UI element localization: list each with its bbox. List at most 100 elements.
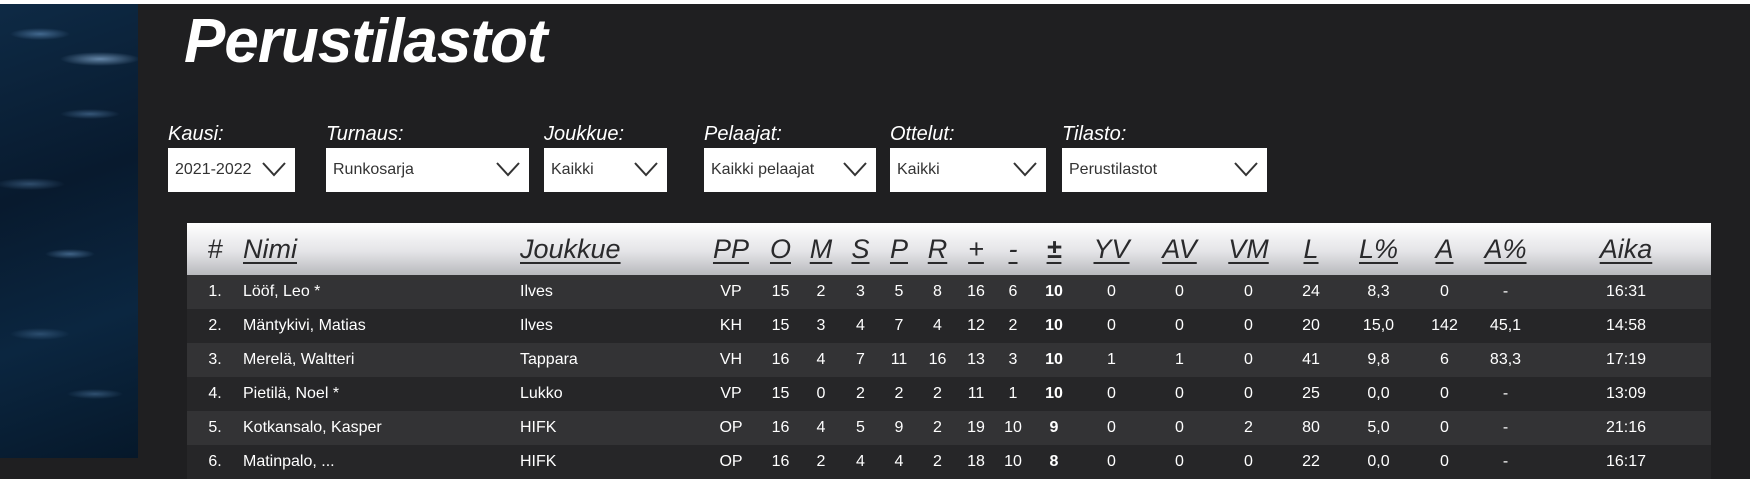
cell-shots: 41 [1302,351,1320,368]
cell-shorthanded: 1 [1175,351,1184,368]
season-select-value: 2021-2022 [175,161,252,178]
col-header-shot-pct[interactable]: L% [1338,223,1419,275]
cell-assists: 7 [856,351,865,368]
col-header-name[interactable]: Nimi [243,223,520,275]
col-header-position[interactable]: PP [702,223,760,275]
cell-goals: 4 [816,351,826,368]
table-row: 5. Kotkansalo, Kasper HIFK OP 16 4 5 9 2… [187,411,1711,445]
col-header-powerplay[interactable]: YV [1077,223,1146,275]
games-select-value: Kaikki [897,161,940,178]
cell-games: 15 [771,385,790,402]
cell-plus: 11 [967,385,985,402]
filter-joukkue: Joukkue: Kaikki [544,122,667,192]
table-row: 2. Mäntykivi, Matias Ilves KH 15 3 4 7 4… [187,309,1711,343]
cell-faceoff-pct: - [1502,419,1509,436]
cell-games: 15 [771,283,790,300]
cell-game-winning: 0 [1244,385,1253,402]
cell-player-name[interactable]: Matinpalo, ... [243,445,520,479]
cell-player-name[interactable]: Lööf, Leo * [243,275,520,309]
cell-shorthanded: 0 [1175,283,1184,300]
col-header-shots[interactable]: L [1284,223,1338,275]
cell-shot-pct: 15,0 [1362,317,1395,334]
cell-goals: 3 [816,317,826,334]
col-header-shorthanded[interactable]: AV [1146,223,1213,275]
cell-plus-minus: 10 [1045,317,1063,334]
cell-goals: 0 [816,385,826,402]
cell-shot-pct: 0,0 [1367,385,1390,402]
cell-penalties: 8 [933,283,942,300]
filter-label-ottelut: Ottelut: [890,123,955,145]
cell-powerplay: 0 [1107,419,1116,436]
col-header-time[interactable]: Aika [1541,223,1711,275]
col-header-faceoffs[interactable]: A [1419,223,1470,275]
cell-rank: 1. [208,283,222,300]
players-select[interactable]: Kaikki pelaajat [704,148,876,192]
cell-minus: 6 [1008,283,1018,300]
cell-rank: 3. [208,351,222,368]
cell-team: Ilves [520,317,553,334]
cell-player-name[interactable]: Kotkansalo, Kasper [243,411,520,445]
cell-position: KH [719,317,743,334]
games-select[interactable]: Kaikki [890,148,1046,192]
cell-plus: 13 [967,351,985,368]
cell-plus: 12 [967,317,985,334]
cell-minus: 10 [1004,419,1022,436]
col-header-goals[interactable]: M [801,223,841,275]
cell-position: VH [719,351,743,368]
cell-rank: 4. [208,385,222,402]
cell-plus: 19 [967,419,985,436]
main-content: Perustilastot Kausi: 2021-2022 Turnaus: … [138,4,1750,479]
cell-plus-minus: 10 [1045,385,1063,402]
cell-powerplay: 0 [1107,317,1116,334]
cell-team: Tappara [520,351,578,368]
cell-shot-pct: 8,3 [1367,283,1390,300]
cell-penalties: 4 [933,317,942,334]
chevron-down-icon [1234,162,1258,177]
cell-powerplay: 1 [1107,351,1116,368]
cell-assists: 4 [856,453,865,470]
cell-faceoffs: 6 [1440,351,1449,368]
players-select-value: Kaikki pelaajat [711,161,815,178]
table-row: 1. Lööf, Leo * Ilves VP 15 2 3 5 8 16 6 … [187,275,1711,309]
cell-faceoffs: 0 [1440,385,1449,402]
cell-rank: 6. [208,453,222,470]
col-header-penalties[interactable]: R [918,223,957,275]
col-header-assists[interactable]: S [841,223,880,275]
cell-position: VP [720,385,742,402]
cell-time: 21:16 [1605,419,1647,436]
cell-time: 16:17 [1605,453,1647,470]
cell-game-winning: 0 [1244,453,1253,470]
col-header-games[interactable]: O [760,223,801,275]
cell-powerplay: 0 [1107,385,1116,402]
cell-rank: 5. [208,419,222,436]
season-select[interactable]: 2021-2022 [168,148,295,192]
cell-faceoff-pct: - [1502,283,1509,300]
filter-label-pelaajat: Pelaajat: [704,123,782,145]
col-header-faceoff-pct[interactable]: A% [1470,223,1541,275]
cell-player-name[interactable]: Merelä, Waltteri [243,343,520,377]
tournament-select[interactable]: Runkosarja [326,148,529,192]
cell-position: VP [720,283,742,300]
col-header-plus-minus[interactable]: ± [1031,223,1077,275]
col-header-game-winning[interactable]: VM [1213,223,1284,275]
cell-shorthanded: 0 [1175,385,1184,402]
cell-plus-minus: 10 [1045,351,1063,368]
cell-shot-pct: 0,0 [1367,453,1390,470]
cell-minus: 10 [1004,453,1022,470]
col-header-points[interactable]: P [880,223,918,275]
col-header-minus[interactable]: - [995,223,1031,275]
team-select[interactable]: Kaikki [544,148,667,192]
col-header-plus[interactable]: + [957,223,995,275]
col-header-team[interactable]: Joukkue [520,223,702,275]
chevron-down-icon [262,162,286,177]
cell-player-name[interactable]: Mäntykivi, Matias [243,309,520,343]
cell-assists: 5 [856,419,865,436]
cell-player-name[interactable]: Pietilä, Noel * [243,377,520,411]
cell-shots: 25 [1302,385,1320,402]
chevron-down-icon [843,162,867,177]
cell-assists: 2 [856,385,865,402]
cell-games: 16 [771,351,790,368]
cell-game-winning: 0 [1244,317,1253,334]
statistic-select[interactable]: Perustilastot [1062,148,1267,192]
table-row: 6. Matinpalo, ... HIFK OP 16 2 4 4 2 18 … [187,445,1711,479]
